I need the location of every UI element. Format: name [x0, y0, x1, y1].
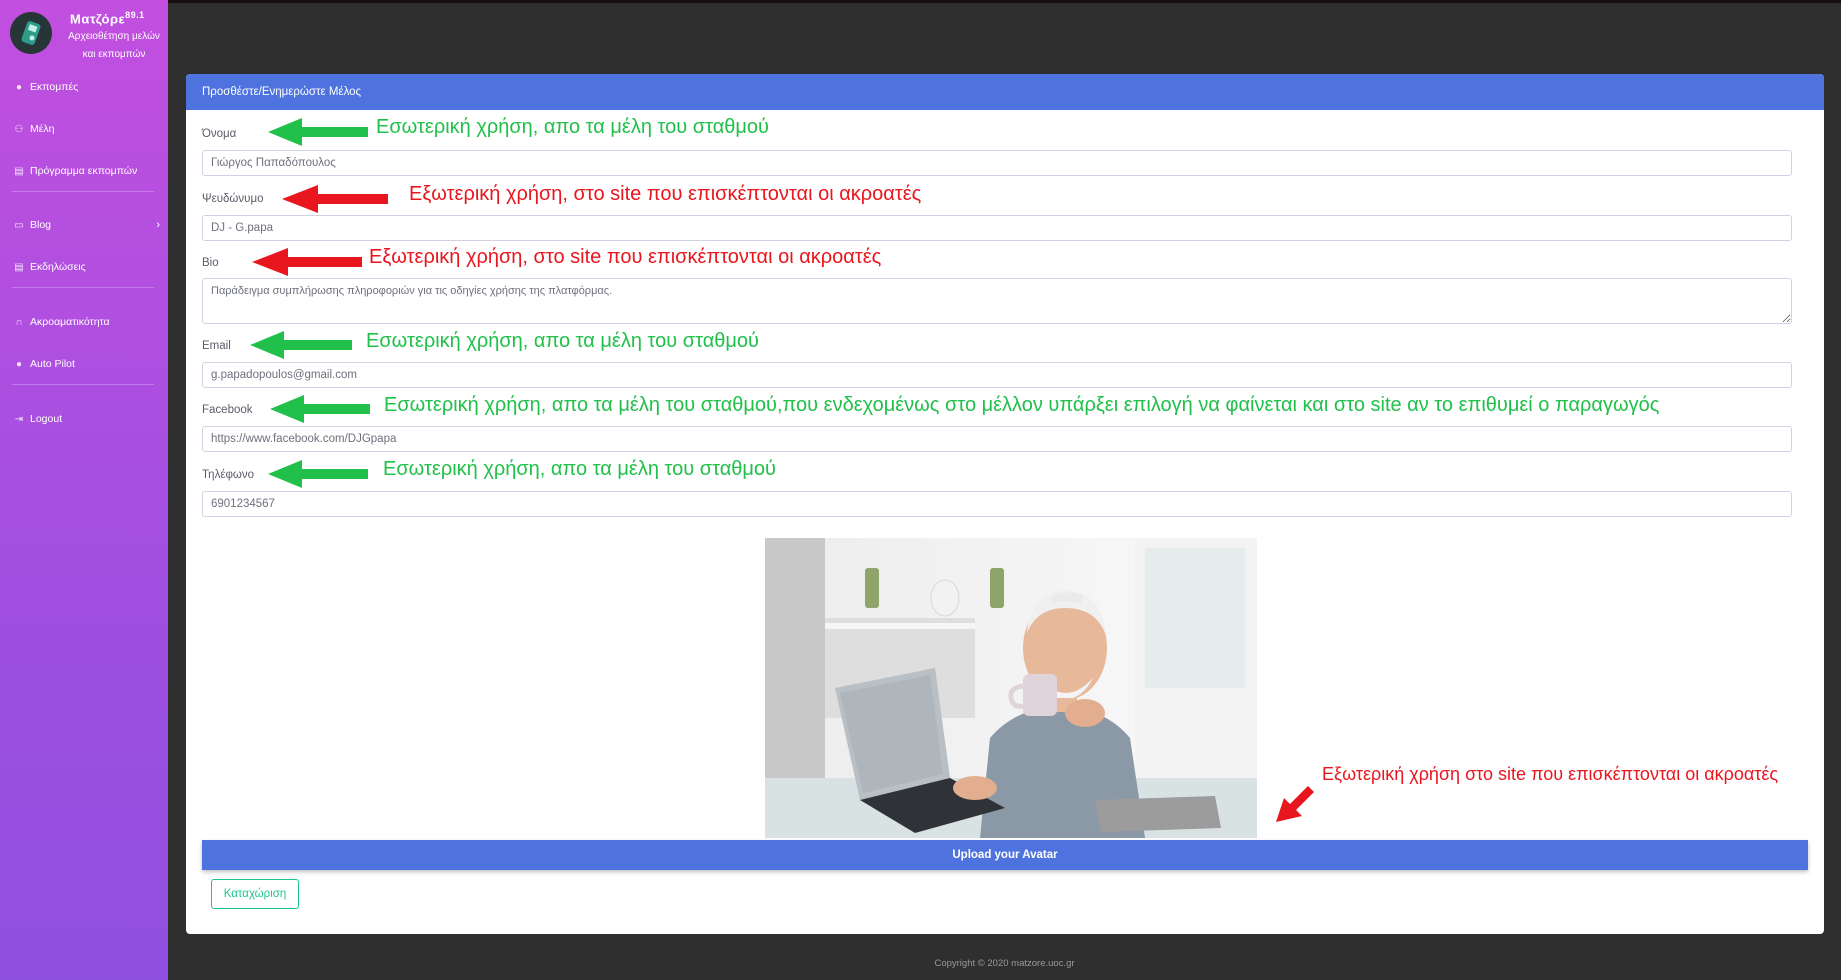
bio-textarea[interactable]: Παράδειγμα συμπλήρωσης πληροφοριών για τ…	[202, 278, 1792, 324]
green-arrow-icon	[268, 118, 368, 146]
sidebar-item-label: Μέλη	[30, 123, 55, 135]
sidebar-item-label: Blog	[30, 219, 52, 231]
red-arrow-icon	[1276, 786, 1314, 822]
avatar-annotation: Εξωτερική χρήση στο site που επισκέπτοντ…	[1322, 764, 1779, 784]
sidebar: Ματζόρε89.1 Αρχειοθέτηση μελών και εκπομ…	[0, 0, 168, 980]
green-arrow-icon	[270, 395, 370, 423]
sidebar-item-shows[interactable]: ● Εκπομπές	[12, 78, 160, 96]
sidebar-item-label: Logout	[30, 413, 63, 425]
sidebar-item-schedule[interactable]: ▤ Πρόγραμμα εκπομπών	[12, 162, 160, 180]
location-pin-icon: ●	[15, 81, 23, 93]
sidebar-item-label: Ακροαματικότητα	[30, 316, 110, 328]
card-header: Προσθέστε/Ενημερώστε Μέλος	[186, 74, 1824, 110]
sidebar-item-events[interactable]: ▤ Εκδηλώσεις	[12, 258, 160, 276]
email-label: Email	[202, 340, 231, 352]
sidebar-item-members[interactable]: ⚇ Μέλη	[12, 120, 160, 138]
avatar-image	[765, 538, 1257, 838]
green-arrow-icon	[268, 460, 368, 488]
nickname-input[interactable]	[202, 215, 1792, 241]
sidebar-divider	[12, 191, 154, 192]
phone-input[interactable]	[202, 491, 1792, 517]
brand-frequency: 89.1	[125, 10, 145, 20]
name-input[interactable]	[202, 150, 1792, 176]
nickname-label: Ψευδώνυμο	[202, 193, 264, 205]
sidebar-item-autopilot[interactable]: ● Auto Pilot	[12, 355, 160, 373]
circle-icon: ●	[15, 358, 23, 370]
top-strip	[0, 0, 1841, 3]
brand[interactable]: Ματζόρε89.1 Αρχειοθέτηση μελών και εκπομ…	[8, 6, 164, 62]
submit-button[interactable]: Καταχώριση	[211, 879, 299, 909]
red-arrow-icon	[252, 248, 362, 276]
sidebar-item-blog[interactable]: ▭ Blog ›	[12, 216, 160, 234]
facebook-label: Facebook	[202, 404, 253, 416]
sidebar-divider	[12, 287, 154, 288]
nickname-annotation: Εξωτερική χρήση, στο site που επισκέπτον…	[409, 183, 922, 205]
facebook-input[interactable]	[202, 426, 1792, 452]
red-arrow-icon	[282, 185, 388, 213]
sign-out-icon: ⇥	[14, 413, 24, 425]
green-arrow-icon	[250, 331, 352, 359]
brand-title: Ματζόρε89.1	[70, 10, 145, 27]
sidebar-divider	[12, 384, 154, 385]
name-label: Όνομα	[202, 128, 237, 140]
member-form-card: Προσθέστε/Ενημερώστε Μέλος Όνομα Εσωτερι…	[186, 74, 1824, 934]
brand-subtitle: Αρχειοθέτηση μελών και εκπομπών	[58, 28, 170, 64]
brand-logo	[10, 12, 52, 54]
sidebar-item-listenership[interactable]: ∩ Ακροαματικότητα	[12, 313, 160, 331]
sidebar-item-label: Εκδηλώσεις	[30, 261, 86, 273]
email-annotation: Εσωτερική χρήση, απο τα μέλη του σταθμού	[366, 330, 759, 352]
email-input[interactable]	[202, 362, 1792, 388]
facebook-annotation: Εσωτερική χρήση, απο τα μέλη του σταθμού…	[384, 394, 1660, 416]
upload-avatar-button[interactable]: Upload your Avatar	[202, 840, 1808, 870]
chevron-right-icon: ›	[156, 219, 160, 231]
sidebar-item-logout[interactable]: ⇥ Logout	[12, 410, 160, 428]
calendar-icon: ▤	[14, 165, 24, 177]
sidebar-item-label: Πρόγραμμα εκπομπών	[30, 165, 138, 177]
sidebar-item-label: Auto Pilot	[30, 358, 75, 370]
headphones-icon: ∩	[15, 316, 23, 328]
phone-annotation: Εσωτερική χρήση, απο τα μέλη του σταθμού	[383, 458, 776, 480]
footer-copyright: Copyright © 2020 matzore.uoc.gr	[934, 958, 1075, 969]
brand-subtitle-line1: Αρχειοθέτηση μελών	[68, 31, 160, 42]
name-annotation: Εσωτερική χρήση, απο τα μέλη του σταθμού	[376, 116, 769, 138]
brand-subtitle-line2: και εκπομπών	[82, 49, 146, 60]
sidebar-item-label: Εκπομπές	[30, 81, 79, 93]
bio-label: Bio	[202, 257, 219, 269]
newspaper-icon: ▭	[14, 219, 24, 231]
users-icon: ⚇	[14, 123, 24, 135]
calendar-icon: ▤	[14, 261, 24, 273]
phone-label: Τηλέφωνο	[202, 469, 255, 481]
bio-annotation: Εξωτερική χρήση, στο site που επισκέπτον…	[369, 246, 882, 268]
